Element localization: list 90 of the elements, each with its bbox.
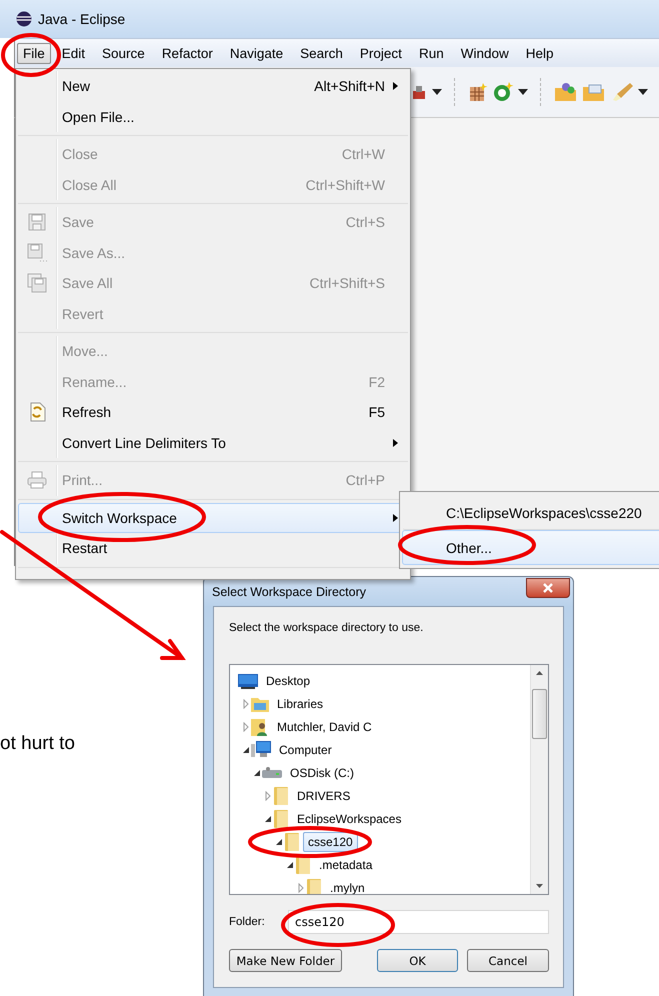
menu-item-label: Save: [61, 214, 95, 230]
new-class-icon[interactable]: [468, 82, 488, 102]
shortcut-text: F2: [368, 374, 385, 390]
dropdown-caret-icon[interactable]: [518, 89, 528, 95]
folder-icon: [273, 786, 289, 804]
folder-icon[interactable]: [554, 82, 578, 102]
floppy-disks-icon: [27, 273, 47, 294]
shortcut-text: F5: [368, 404, 385, 420]
menu-title[interactable]: Navigate: [224, 42, 290, 64]
menu-item-label: Print...: [61, 472, 104, 488]
prompt-text: Select the workspace directory to use.: [229, 622, 424, 634]
folder-tree-item[interactable]: .metadata: [314, 854, 378, 874]
highlight-ellipse: [1, 33, 61, 77]
dialog-button[interactable]: OK: [377, 949, 458, 972]
menu-item-label: Convert Line Delimiters To: [61, 434, 227, 451]
menu-title[interactable]: Run: [412, 42, 450, 64]
close-icon: [543, 582, 553, 592]
menu-item-label: Move...: [61, 343, 109, 360]
tool-icon[interactable]: [410, 83, 428, 101]
menu-title[interactable]: Refactor: [156, 42, 219, 64]
folder-tree-item[interactable]: Libraries: [272, 694, 328, 714]
folder-tree-item[interactable]: Mutchler, David C: [272, 716, 377, 736]
menu-item-label: Switch Workspace: [61, 510, 178, 526]
scrollbar-thumb[interactable]: [532, 689, 547, 739]
expand-triangle-icon[interactable]: [241, 698, 251, 708]
folder-icon: [273, 810, 289, 828]
hard-drive-icon: [262, 766, 282, 780]
folder-tree-item[interactable]: Computer: [274, 740, 337, 760]
dialog-button[interactable]: Cancel: [467, 949, 549, 972]
run-circle-icon[interactable]: [492, 81, 514, 103]
refresh-page-icon: [28, 402, 46, 422]
folder-input[interactable]: csse120: [288, 910, 549, 934]
shortcut-text: Ctrl+Shift+W: [306, 176, 385, 193]
body-text: ot hurt to: [0, 733, 75, 754]
field-label: Folder:: [229, 916, 266, 928]
dialog-title: Select Workspace Directory: [212, 584, 366, 598]
menu-item-label: Close: [61, 146, 99, 162]
dialog-button[interactable]: Make New Folder: [229, 949, 342, 972]
floppy-disk-icon: [27, 242, 47, 263]
collapse-triangle-icon[interactable]: [274, 836, 284, 846]
collapse-triangle-icon[interactable]: [241, 744, 251, 754]
menu-item-label: Revert: [61, 306, 104, 322]
library-folder-icon: [251, 696, 269, 712]
folder-tree-item[interactable]: OSDisk (C:): [285, 762, 359, 782]
menu-item-label: Save As...: [61, 244, 126, 261]
shortcut-text: Alt+Shift+N: [314, 78, 385, 94]
menu-item-label: Restart: [61, 540, 108, 556]
menu-title[interactable]: Edit: [56, 42, 92, 64]
computer-icon: [251, 741, 271, 758]
scroll-up-icon[interactable]: [536, 671, 543, 675]
menu-title[interactable]: Window: [454, 42, 515, 64]
menu-title[interactable]: Search: [294, 42, 349, 64]
window-title: Java - Eclipse: [38, 11, 126, 27]
collapse-triangle-icon[interactable]: [285, 860, 295, 870]
close-button[interactable]: [526, 578, 570, 598]
shortcut-text: Ctrl+Shift+S: [310, 275, 385, 292]
folder-tree-item[interactable]: csse120: [303, 832, 358, 852]
dropdown-caret-icon[interactable]: [638, 89, 648, 95]
expand-triangle-icon[interactable]: [263, 790, 273, 800]
menu-item-label: New: [61, 78, 92, 94]
menu-title[interactable]: Source: [96, 42, 151, 64]
shortcut-text: Ctrl+P: [346, 472, 385, 488]
expand-triangle-icon[interactable]: [241, 722, 251, 732]
folder-icon: [306, 878, 322, 894]
menu-title[interactable]: Help: [520, 42, 560, 64]
menu-item-label: Close All: [61, 176, 118, 193]
folder-tree-item[interactable]: .mylyn: [325, 878, 370, 894]
printer-icon: [27, 471, 47, 490]
folder-tree-item[interactable]: DRIVERS: [292, 786, 356, 806]
collapse-triangle-icon[interactable]: [263, 814, 273, 824]
menu-item[interactable]: Other...: [402, 530, 659, 565]
menu-item-label: Save All: [61, 275, 114, 292]
shortcut-text: Ctrl+S: [346, 214, 385, 230]
menu-title[interactable]: File: [17, 42, 51, 64]
collapse-triangle-icon[interactable]: [252, 768, 262, 778]
folder-icon: [284, 832, 300, 850]
scroll-down-icon[interactable]: [536, 884, 543, 888]
menu-title[interactable]: Project: [354, 42, 408, 64]
folder-tree-item[interactable]: Desktop: [261, 670, 316, 690]
eclipse-logo-icon: [16, 11, 32, 27]
monitor-icon: [238, 672, 258, 688]
expand-triangle-icon[interactable]: [296, 882, 306, 892]
menu-item-label: Rename...: [61, 374, 128, 390]
dropdown-caret-icon[interactable]: [432, 89, 442, 95]
user-folder-icon: [251, 718, 269, 736]
shortcut-text: Ctrl+W: [342, 146, 385, 162]
menu-item-label: Refresh: [61, 404, 112, 420]
scrollbar[interactable]: [530, 665, 548, 894]
menu-item-label: Open File...: [61, 108, 136, 125]
folder-tree-item[interactable]: EclipseWorkspaces: [292, 808, 406, 828]
